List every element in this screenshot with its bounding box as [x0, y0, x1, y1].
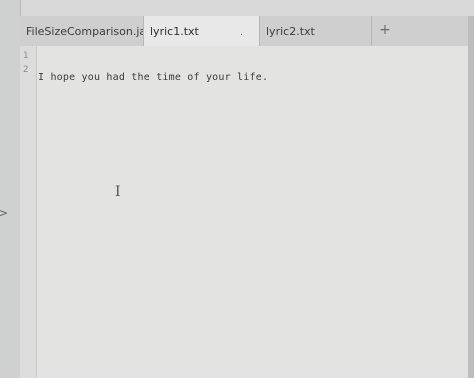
side-panel-strip [0, 0, 21, 378]
tab-label: lyric2.txt [266, 24, 315, 38]
editor-content[interactable]: I hope you had the time of your life. [38, 50, 268, 144]
modified-indicator: . [240, 28, 243, 38]
tab-filesizecomparison[interactable]: FileSizeComparison.ja... [20, 16, 144, 46]
line-number: 1 [23, 51, 29, 61]
tab-label: FileSizeComparison.ja... [26, 24, 144, 38]
text-cursor-icon: I [115, 184, 121, 200]
text-editor[interactable]: 1 2 I hope you had the time of your life… [20, 46, 474, 378]
line-number-gutter: 1 2 [20, 46, 37, 378]
line-number: 2 [23, 65, 29, 75]
window-edge [468, 16, 474, 378]
code-line: I hope you had the time of your life. [38, 72, 269, 83]
new-tab-button[interactable]: + [376, 20, 394, 40]
tab-lyric2[interactable]: lyric2.txt [260, 16, 372, 46]
chevron-right-icon[interactable]: > [0, 206, 12, 220]
tab-bar: FileSizeComparison.ja... lyric1.txt . ly… [20, 16, 474, 46]
tab-label: lyric1.txt [150, 24, 199, 38]
tab-lyric1[interactable]: lyric1.txt . [144, 16, 260, 46]
